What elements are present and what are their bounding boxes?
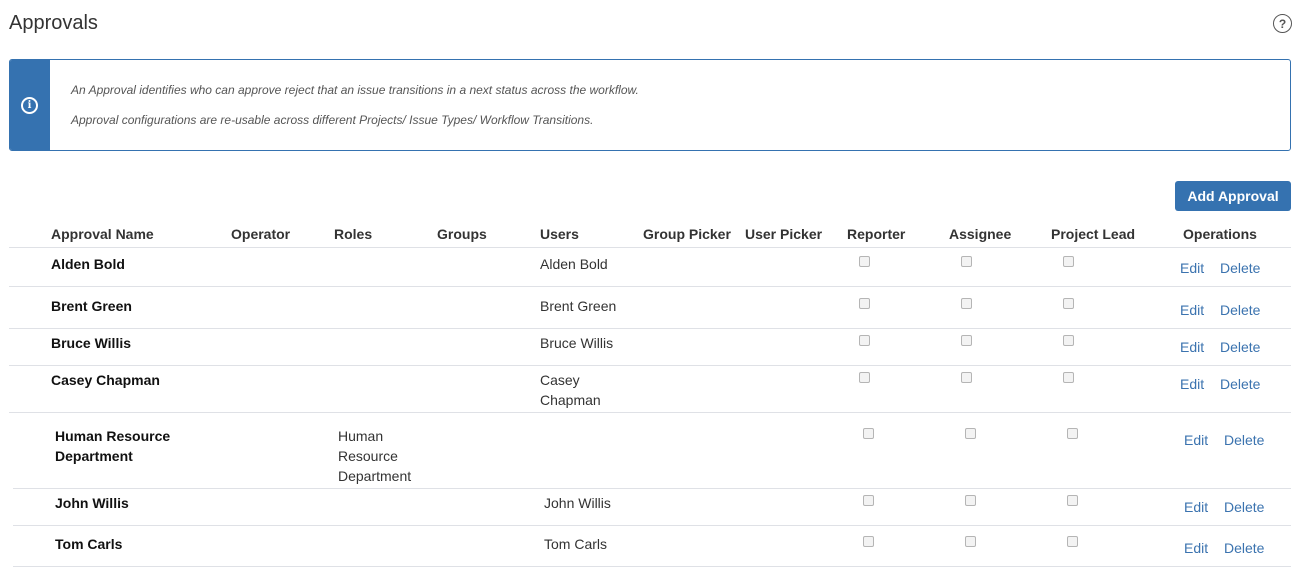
row-divider	[13, 566, 1291, 567]
project-lead-checkbox[interactable]	[1063, 335, 1074, 346]
edit-link[interactable]: Edit	[1180, 302, 1204, 318]
approval-name-cell: John Willis	[55, 495, 129, 511]
assignee-checkbox[interactable]	[961, 256, 972, 267]
info-text-line-1: An Approval identifies who can approve r…	[71, 83, 639, 97]
reporter-checkbox[interactable]	[859, 372, 870, 383]
reporter-checkbox[interactable]	[859, 298, 870, 309]
approval-name-cell: Alden Bold	[51, 256, 125, 272]
row-divider	[13, 525, 1291, 526]
header-divider	[9, 247, 1291, 248]
column-header-operations: Operations	[1183, 226, 1257, 242]
assignee-checkbox[interactable]	[965, 428, 976, 439]
edit-link[interactable]: Edit	[1180, 339, 1204, 355]
edit-link[interactable]: Edit	[1184, 432, 1208, 448]
column-header-user-picker: User Picker	[745, 226, 823, 242]
info-text-line-2: Approval configurations are re-usable ac…	[71, 113, 594, 127]
users-cell: Brent Green	[540, 298, 617, 314]
edit-link[interactable]: Edit	[1180, 260, 1204, 276]
help-icon[interactable]: ?	[1273, 14, 1292, 33]
reporter-checkbox[interactable]	[859, 335, 870, 346]
reporter-checkbox[interactable]	[863, 428, 874, 439]
reporter-checkbox[interactable]	[859, 256, 870, 267]
reporter-checkbox[interactable]	[863, 495, 874, 506]
users-cell: Casey Chapman	[540, 372, 601, 408]
project-lead-checkbox[interactable]	[1063, 372, 1074, 383]
column-header-project-lead: Project Lead	[1051, 226, 1136, 242]
delete-link[interactable]: Delete	[1220, 339, 1260, 355]
roles-cell: Human Resource Department	[338, 428, 412, 484]
row-divider	[9, 412, 1291, 413]
delete-link[interactable]: Delete	[1224, 499, 1264, 515]
users-cell: Tom Carls	[544, 536, 608, 552]
approval-name-cell: Bruce Willis	[51, 335, 132, 351]
edit-link[interactable]: Edit	[1184, 499, 1208, 515]
row-divider	[9, 365, 1291, 366]
edit-link[interactable]: Edit	[1180, 376, 1204, 392]
approval-name-cell: Brent Green	[51, 298, 132, 314]
column-header-users: Users	[540, 226, 579, 242]
approval-name-cell: Tom Carls	[55, 536, 123, 552]
column-header-reporter: Reporter	[847, 226, 906, 242]
info-stripe: i	[10, 60, 50, 150]
delete-link[interactable]: Delete	[1224, 432, 1264, 448]
delete-link[interactable]: Delete	[1220, 302, 1260, 318]
column-header-groups: Groups	[437, 226, 487, 242]
reporter-checkbox[interactable]	[863, 536, 874, 547]
project-lead-checkbox[interactable]	[1067, 495, 1078, 506]
approval-name-cell: Human Resource Department	[55, 428, 171, 464]
column-header-operator: Operator	[231, 226, 291, 242]
users-cell: Bruce Willis	[540, 335, 614, 351]
page-title: Approvals	[9, 12, 98, 34]
info-icon: i	[21, 97, 38, 114]
column-header-approval-name: Approval Name	[51, 226, 154, 242]
users-cell: John Willis	[544, 495, 611, 511]
assignee-checkbox[interactable]	[965, 495, 976, 506]
assignee-checkbox[interactable]	[961, 372, 972, 383]
row-divider	[9, 328, 1291, 329]
approval-name-cell: Casey Chapman	[51, 372, 160, 388]
edit-link[interactable]: Edit	[1184, 540, 1208, 556]
assignee-checkbox[interactable]	[961, 298, 972, 309]
column-header-group-picker: Group Picker	[643, 226, 731, 242]
info-panel: i An Approval identifies who can approve…	[9, 59, 1291, 151]
column-header-roles: Roles	[334, 226, 373, 242]
add-approval-button[interactable]: Add Approval	[1175, 181, 1291, 211]
row-divider	[13, 488, 1291, 489]
assignee-checkbox[interactable]	[965, 536, 976, 547]
project-lead-checkbox[interactable]	[1067, 428, 1078, 439]
row-divider	[9, 286, 1291, 287]
project-lead-checkbox[interactable]	[1067, 536, 1078, 547]
assignee-checkbox[interactable]	[961, 335, 972, 346]
delete-link[interactable]: Delete	[1220, 376, 1260, 392]
column-header-assignee: Assignee	[949, 226, 1012, 242]
delete-link[interactable]: Delete	[1220, 260, 1260, 276]
project-lead-checkbox[interactable]	[1063, 256, 1074, 267]
project-lead-checkbox[interactable]	[1063, 298, 1074, 309]
delete-link[interactable]: Delete	[1224, 540, 1264, 556]
users-cell: Alden Bold	[540, 256, 608, 272]
